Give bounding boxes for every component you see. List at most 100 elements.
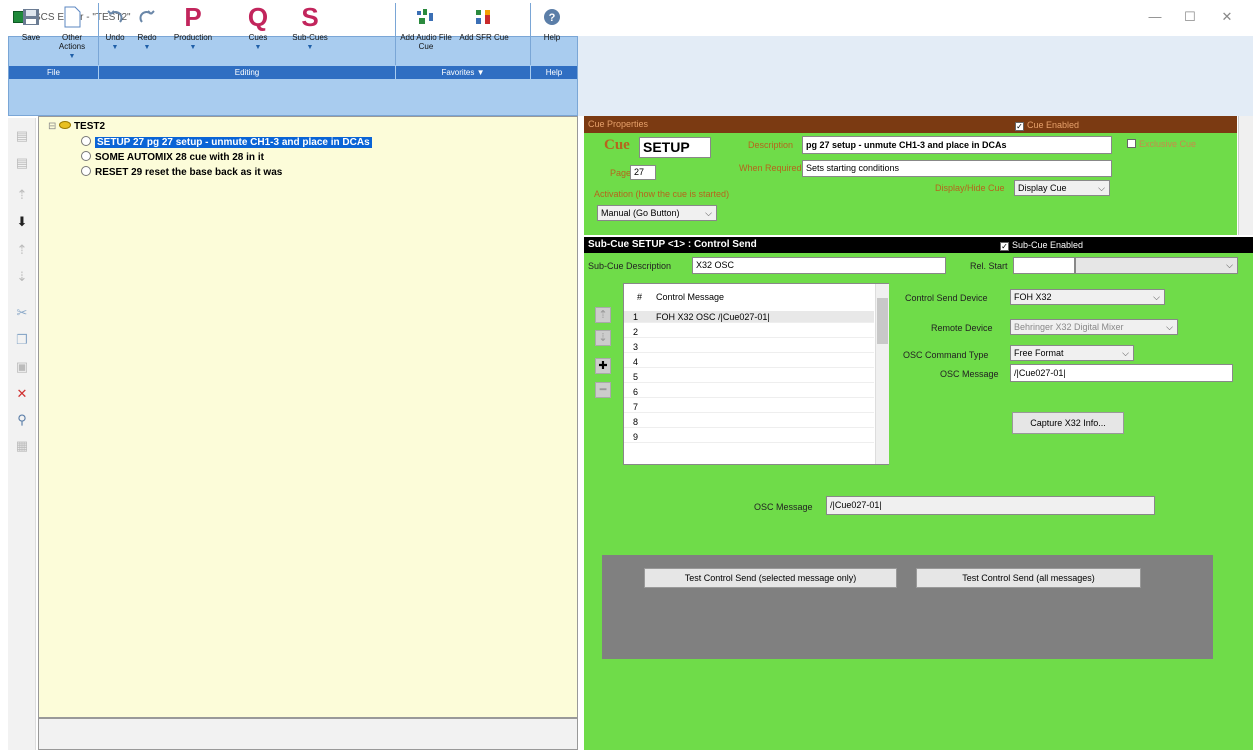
cue-status-icon <box>81 151 91 161</box>
description-label: Description <box>748 140 794 150</box>
delete-icon[interactable]: ✕ <box>12 384 32 404</box>
capture-x32-info-button[interactable]: Capture X32 Info... <box>1012 412 1124 434</box>
document-icon <box>52 3 92 31</box>
ribbon-blank-area <box>578 36 1253 116</box>
cues-icon: Q <box>247 2 269 32</box>
sub-cue-enabled-checkbox[interactable]: ✓ Sub-Cue Enabled <box>1000 240 1083 251</box>
sub-cues-button[interactable]: S Sub-Cues ▼ <box>288 3 332 65</box>
production-button[interactable]: P Production ▼ <box>163 3 223 65</box>
list-header-message: Control Message <box>656 292 725 302</box>
sub-cue-description-field[interactable]: X32 OSC <box>692 257 946 274</box>
add-sfr-cue-button[interactable]: Add SFR Cue <box>458 3 510 65</box>
move-bottom-icon[interactable]: ⇣ <box>12 267 32 287</box>
when-required-field[interactable]: Sets starting conditions <box>802 160 1112 177</box>
audio-icon <box>397 3 455 31</box>
redo-icon <box>132 3 162 31</box>
list-item[interactable]: 1 FOH X32 OSC /|Cue027-01| <box>624 311 874 323</box>
tree-item[interactable]: RESET 29 reset the base back as it was <box>81 166 282 178</box>
control-send-device-label: Control Send Device <box>905 293 988 303</box>
page-label: Page <box>610 168 632 178</box>
activation-select[interactable]: Manual (Go Button) ⌵ <box>597 205 717 221</box>
list-item[interactable]: 5 <box>624 371 874 383</box>
rel-start-field[interactable] <box>1013 257 1075 274</box>
help-button[interactable]: ? Help <box>536 3 568 65</box>
display-hide-select[interactable]: Display Cue ⌵ <box>1014 180 1110 196</box>
group-help: Help <box>531 66 577 79</box>
redo-button[interactable]: Redo ▼ <box>132 3 162 65</box>
sub-cues-icon: S <box>301 2 319 32</box>
remote-device-label: Remote Device <box>931 323 993 333</box>
cues-button[interactable]: Q Cues ▼ <box>233 3 283 65</box>
save-button[interactable]: Save <box>12 3 50 65</box>
cut-icon[interactable]: ✂ <box>12 303 32 323</box>
cue-label: Cue <box>604 137 630 153</box>
osc-command-type-select[interactable]: Free Format ⌵ <box>1010 345 1134 361</box>
remove-message-button[interactable]: ━ <box>595 382 611 398</box>
svg-text:?: ? <box>549 12 556 24</box>
exclusive-cue-checkbox[interactable]: Exclusive Cue <box>1127 139 1196 149</box>
collapse-icon[interactable]: ▤ <box>12 153 32 173</box>
tree-item[interactable]: SOME AUTOMIX 28 cue with 28 in it <box>81 151 264 163</box>
cue-field[interactable]: SETUP <box>639 137 711 158</box>
copy-icon[interactable]: ❐ <box>12 330 32 350</box>
test-all-button[interactable]: Test Control Send (all messages) <box>916 568 1141 588</box>
group-favorites[interactable]: Favorites ▼ <box>396 66 530 79</box>
list-item[interactable]: 7 <box>624 401 874 413</box>
remote-device-select[interactable]: Behringer X32 Digital Mixer ⌵ <box>1010 319 1178 335</box>
display-hide-label: Display/Hide Cue <box>935 183 1005 193</box>
sfr-icon <box>458 3 510 31</box>
minimize-button[interactable]: — <box>1140 6 1170 28</box>
cue-enabled-checkbox[interactable]: ✓ Cue Enabled <box>1015 120 1079 131</box>
production-icon: P <box>184 2 202 32</box>
tree-root[interactable]: ⊟ TEST2 <box>48 121 105 132</box>
maximize-button[interactable]: ☐ <box>1175 6 1205 28</box>
list-item[interactable]: 9 <box>624 431 874 443</box>
tree-item[interactable]: SETUP 27 pg 27 setup - unmute CH1-3 and … <box>81 136 372 148</box>
production-icon <box>59 121 72 129</box>
osc-message-label: OSC Message <box>940 369 999 379</box>
osc-message-field[interactable]: /|Cue027-01| <box>1010 364 1233 382</box>
rel-start-type-select[interactable]: ⌵ <box>1075 257 1238 274</box>
rel-start-label: Rel. Start <box>970 261 1008 271</box>
osc-message-preview-field: /|Cue027-01| <box>826 496 1155 515</box>
move-down-icon[interactable]: ⬇ <box>12 212 32 232</box>
expand-icon[interactable]: ▤ <box>12 126 32 146</box>
move-up-icon[interactable]: ⇡ <box>12 240 32 260</box>
list-scrollbar[interactable] <box>875 284 889 464</box>
list-item[interactable]: 6 <box>624 386 874 398</box>
undo-icon <box>100 3 130 31</box>
sub-cue-description-label: Sub-Cue Description <box>588 261 672 271</box>
list-item[interactable]: 4 <box>624 356 874 368</box>
page-field[interactable]: 27 <box>630 165 656 180</box>
cue-tree[interactable]: ⊟ TEST2 SETUP 27 pg 27 setup - unmute CH… <box>38 116 578 718</box>
move-message-down-button[interactable]: ⇣ <box>595 330 611 346</box>
sub-cue-header: Sub-Cue SETUP <1> : Control Send <box>584 237 1253 253</box>
properties-scrollbar[interactable] <box>1238 116 1253 235</box>
save-icon <box>12 3 50 31</box>
other-actions-button[interactable]: Other Actions ▼ <box>52 3 92 65</box>
control-message-list[interactable]: # Control Message 1 FOH X32 OSC /|Cue027-… <box>623 283 889 465</box>
move-top-icon[interactable]: ⇡ <box>12 185 32 205</box>
undo-button[interactable]: Undo ▼ <box>100 3 130 65</box>
close-button[interactable]: ✕ <box>1212 6 1242 28</box>
osc-command-type-label: OSC Command Type <box>903 350 989 360</box>
paste-icon[interactable]: ▣ <box>12 357 32 377</box>
control-send-device-select[interactable]: FOH X32 ⌵ <box>1010 289 1165 305</box>
test-selected-button[interactable]: Test Control Send (selected message only… <box>644 568 897 588</box>
list-item[interactable]: 3 <box>624 341 874 353</box>
add-audio-file-cue-button[interactable]: Add Audio File Cue <box>397 3 455 65</box>
collapse-toggle-icon[interactable]: ⊟ <box>48 121 56 132</box>
list-header-num: # <box>637 292 643 302</box>
osc-message-preview-label: OSC Message <box>754 502 813 512</box>
list-item[interactable]: 2 <box>624 326 874 338</box>
list-item[interactable]: 8 <box>624 416 874 428</box>
group-file: File <box>9 66 98 79</box>
when-required-label: When Required <box>739 163 802 173</box>
add-message-button[interactable]: ✚ <box>595 358 611 374</box>
activation-label: Activation (how the cue is started) <box>594 189 730 199</box>
renumber-icon[interactable]: ▦ <box>12 436 32 456</box>
move-message-up-button[interactable]: ⇡ <box>595 307 611 323</box>
description-field[interactable]: pg 27 setup - unmute CH1-3 and place in … <box>802 136 1112 154</box>
find-icon[interactable]: ⚲ <box>12 410 32 430</box>
cue-status-icon <box>81 136 91 146</box>
